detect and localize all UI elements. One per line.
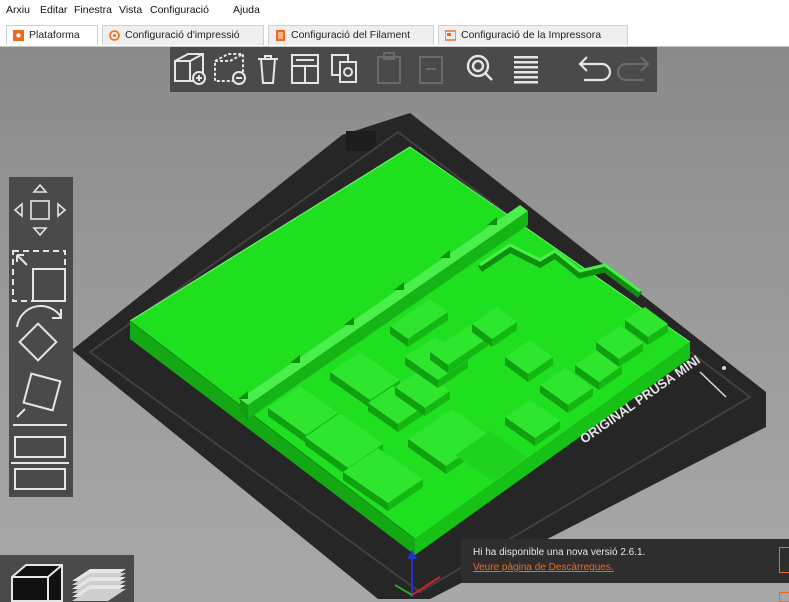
tab-plater[interactable]: Plataforma <box>6 25 98 45</box>
tab-filament-settings-label: Configuració del Filament <box>291 29 411 41</box>
scale-icon[interactable] <box>12 250 66 302</box>
tab-filament-settings[interactable]: Configuració del Filament <box>268 25 434 45</box>
print-settings-icon <box>109 30 120 41</box>
update-notification: Hi ha disponible una nova versió 2.6.1. … <box>461 539 789 583</box>
tab-printer-settings[interactable]: Configuració de la Impressora <box>438 25 628 45</box>
scene: ORIGINAL PRUSA MINI <box>72 113 766 599</box>
tab-plater-label: Plataforma <box>29 29 80 41</box>
add-object-icon[interactable] <box>174 53 206 85</box>
menu-file[interactable]: Arxiu <box>6 4 30 16</box>
search-icon[interactable] <box>466 54 493 81</box>
menu-help[interactable]: Ajuda <box>233 4 260 16</box>
close-notification-button[interactable] <box>779 547 789 573</box>
bed-notch <box>346 131 376 151</box>
preview-icon[interactable] <box>72 569 126 601</box>
place-on-face-icon[interactable] <box>13 372 67 426</box>
redo-icon[interactable] <box>616 56 650 82</box>
plater-icon <box>13 30 24 41</box>
menu-window[interactable]: Finestra <box>74 4 112 16</box>
3d-viewport[interactable]: ORIGINAL PRUSA MINI Hi ha disponible una… <box>0 47 789 602</box>
notification-message: Hi ha disponible una nova versió 2.6.1. <box>473 547 646 558</box>
menu-bar: Arxiu Editar Finestra Vista Configuració… <box>0 0 789 20</box>
downloads-link[interactable]: Veure pàgina de Descàrregues. <box>473 562 614 573</box>
cut-icon[interactable] <box>11 436 69 490</box>
menu-edit[interactable]: Editar <box>40 4 67 16</box>
view-mode-selector <box>0 555 134 602</box>
arrange-icon[interactable] <box>291 54 319 84</box>
gizmo-sidebar <box>9 177 73 497</box>
top-toolbar <box>170 47 657 92</box>
notification-toggle[interactable] <box>779 592 789 602</box>
menu-view[interactable]: Vista <box>119 4 142 16</box>
tab-printer-settings-label: Configuració de la Impressora <box>461 29 602 41</box>
layers-editing-icon[interactable] <box>514 56 538 84</box>
undo-icon[interactable] <box>578 56 612 82</box>
delete-all-icon[interactable] <box>258 55 278 84</box>
tab-print-settings-label: Configuració d'impressió <box>125 29 240 41</box>
instance-icon[interactable] <box>419 56 443 84</box>
rotate-icon[interactable] <box>16 304 62 362</box>
paste-icon[interactable] <box>377 52 401 84</box>
filament-settings-icon <box>276 30 285 41</box>
printer-settings-icon <box>445 30 456 41</box>
copy-icon[interactable] <box>331 54 357 83</box>
menu-configuration[interactable]: Configuració <box>150 4 209 16</box>
move-icon[interactable] <box>13 183 67 237</box>
tab-print-settings[interactable]: Configuració d'impressió <box>102 25 264 45</box>
3d-view-icon[interactable] <box>11 564 63 602</box>
tab-bar: Plataforma Configuració d'impressió Conf… <box>0 22 789 47</box>
